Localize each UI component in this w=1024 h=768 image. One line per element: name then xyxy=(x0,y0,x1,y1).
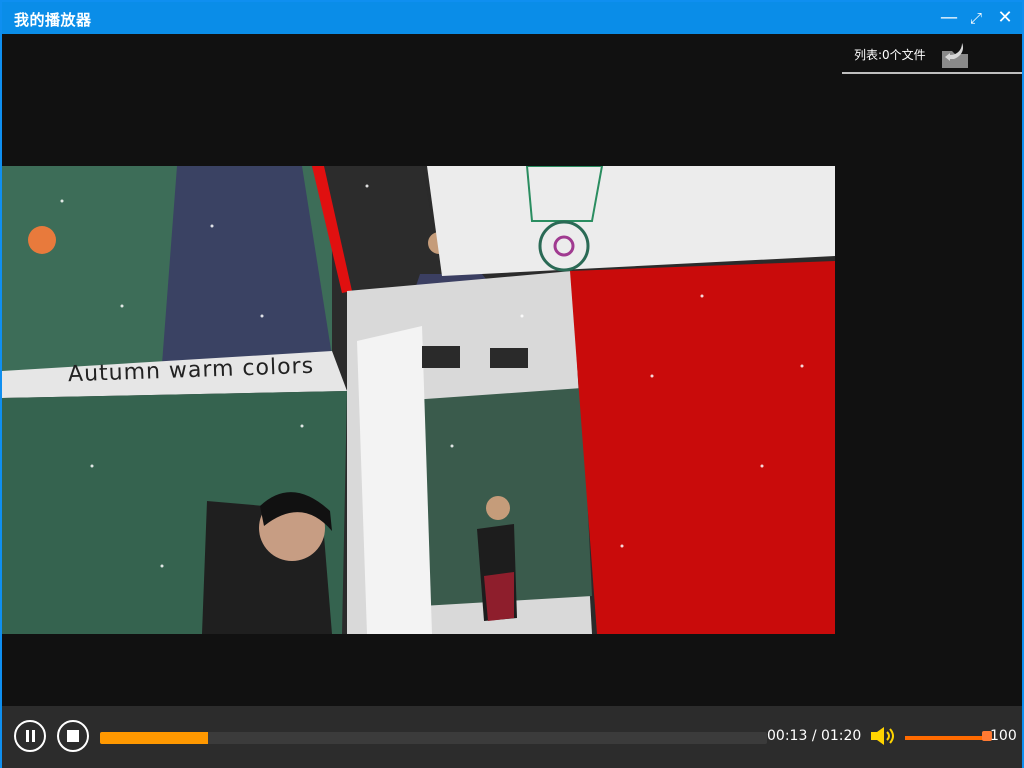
stop-icon xyxy=(67,730,79,742)
volume-fill xyxy=(905,736,989,740)
current-time: 00:13 xyxy=(767,728,808,744)
progress-fill xyxy=(100,732,209,744)
minimize-icon: — xyxy=(940,7,958,28)
time-display: 00:13 / 01:20 xyxy=(767,728,861,744)
volume-slider[interactable] xyxy=(905,736,989,740)
playlist-count-label: 列表:0个文件 xyxy=(854,48,926,62)
maximize-icon: ⤢ xyxy=(969,9,982,27)
close-button[interactable]: ✕ xyxy=(994,8,1016,28)
volume-value: 100 xyxy=(990,728,1017,744)
speaker-icon[interactable] xyxy=(868,724,898,748)
folder-icon[interactable] xyxy=(938,37,972,71)
video-image xyxy=(2,166,835,634)
maximize-button[interactable]: ⤢ xyxy=(965,8,987,28)
control-bar: 00:13 / 01:20 100 xyxy=(2,706,1022,768)
stop-button[interactable] xyxy=(57,720,89,752)
pause-button[interactable] xyxy=(14,720,46,752)
time-separator: / xyxy=(811,728,821,744)
video-frame[interactable]: Autumn warm colors xyxy=(2,166,835,634)
progress-bar[interactable] xyxy=(100,732,767,744)
player-window: 我的播放器 — ⤢ ✕ 列表:0个文件 Autumn warm colors 0… xyxy=(0,0,1024,768)
minimize-button[interactable]: — xyxy=(938,8,960,28)
player-content: 列表:0个文件 Autumn warm colors xyxy=(2,34,1022,706)
playlist-header: 列表:0个文件 xyxy=(842,34,1022,74)
close-icon: ✕ xyxy=(997,7,1013,28)
total-time: 01:20 xyxy=(820,728,862,744)
title-bar: 我的播放器 — ⤢ ✕ xyxy=(2,2,1022,34)
window-title: 我的播放器 xyxy=(14,11,92,29)
